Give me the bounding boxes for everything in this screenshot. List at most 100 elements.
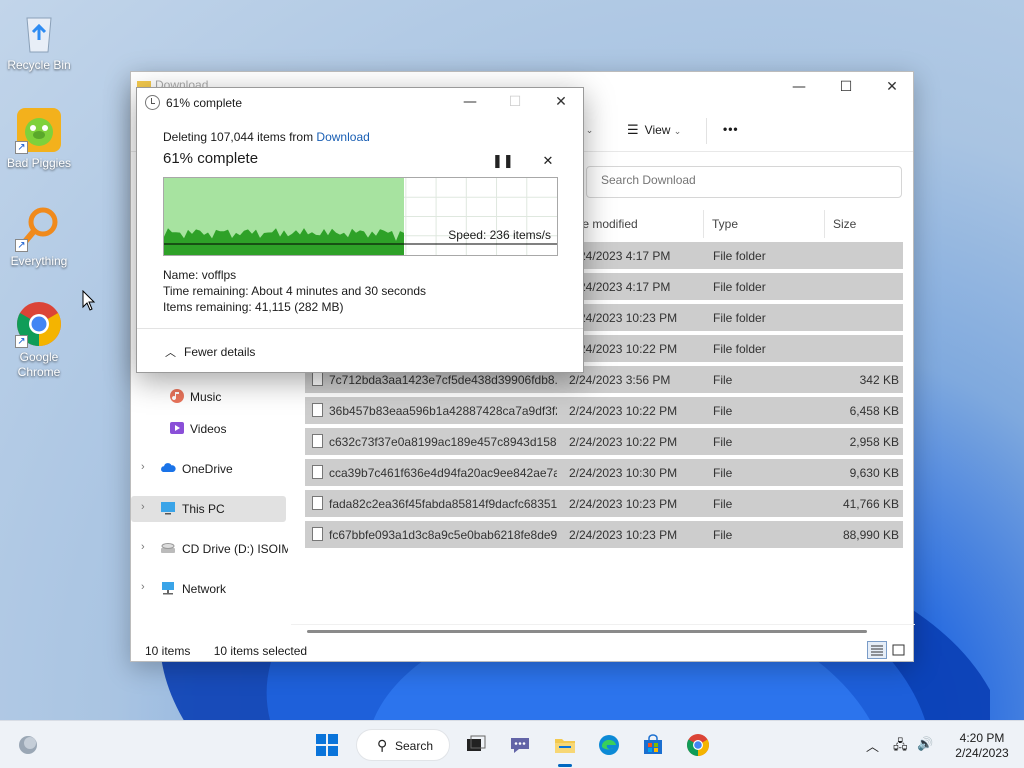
more-options-button[interactable]: ••• — [723, 122, 739, 136]
pane-divider — [291, 624, 915, 625]
desktop-icon-recycle-bin[interactable]: Recycle Bin — [2, 8, 76, 73]
row-size: 41,766 KB — [842, 497, 899, 511]
dialog-title: 61% complete — [166, 96, 243, 110]
column-header-type[interactable]: Type — [712, 217, 738, 231]
file-explorer-icon[interactable] — [553, 733, 577, 757]
system-clock[interactable]: 4:20 PM 2/24/2023 — [946, 731, 1018, 761]
row-name: 36b457b83eaa596b1a42887428ca7a9df3f2... — [329, 404, 557, 418]
edge-icon[interactable] — [597, 733, 621, 757]
taskbar-search[interactable]: ⚲ Search — [356, 729, 450, 761]
search-box[interactable] — [586, 166, 902, 198]
desktop-icon-label: Everything — [10, 254, 68, 268]
file-icon — [312, 496, 323, 510]
dialog-maximize-button: ☐ — [508, 94, 522, 110]
row-type: File — [713, 497, 733, 511]
row-date: 2/24/2023 10:30 PM — [569, 466, 678, 480]
cancel-operation-button[interactable]: ✕ — [538, 151, 558, 171]
nav-item-videos[interactable]: Videos — [131, 416, 291, 442]
task-view-icon[interactable] — [464, 733, 488, 757]
destination-link[interactable]: Download — [316, 130, 369, 144]
chrome-icon[interactable] — [686, 733, 710, 757]
chevron-down-icon: ⌄ — [673, 126, 682, 136]
view-button[interactable]: ☰ View ⌄ — [627, 122, 681, 138]
start-windows-icon[interactable] — [315, 733, 339, 757]
recycle-bin-icon — [15, 8, 63, 56]
close-button[interactable]: ✕ — [869, 72, 915, 102]
chevron-right-icon[interactable]: › — [141, 461, 145, 473]
computer-icon — [161, 502, 175, 515]
table-row[interactable]: fc67bbfe093a1d3c8a9c5e0bab6218fe8de9... … — [305, 521, 903, 548]
dialog-minimize-button[interactable]: — — [447, 88, 493, 116]
row-name: fada82c2ea36f45fabda85814f9dacfc68351... — [329, 497, 557, 511]
row-type: File — [713, 528, 733, 542]
row-date: 2/24/2023 10:23 PM — [569, 497, 678, 511]
file-icon — [312, 527, 323, 541]
column-header-date[interactable]: te modified — [579, 217, 638, 231]
volume-icon[interactable]: 🔊 — [917, 736, 933, 752]
network-status-icon[interactable]: 🖧 — [893, 736, 908, 758]
column-separator[interactable] — [703, 210, 704, 238]
widgets-weather-icon[interactable] — [16, 733, 40, 757]
row-size: 6,458 KB — [849, 404, 899, 418]
maximize-button[interactable]: ☐ — [823, 72, 869, 102]
row-size: 342 KB — [859, 373, 899, 387]
clock-date: 2/24/2023 — [955, 746, 1009, 760]
chevron-up-icon: ︿ — [165, 347, 176, 359]
desktop-icon-everything[interactable]: ↗ Everything — [2, 204, 76, 269]
videos-icon — [170, 422, 184, 434]
nav-item-network[interactable]: › Network — [131, 576, 291, 602]
microsoft-store-icon[interactable] — [641, 733, 665, 757]
chevron-right-icon[interactable]: › — [141, 541, 145, 553]
speed-graph — [164, 178, 557, 255]
table-row[interactable]: cca39b7c461f636e4d94fa20ac9ee842ae7a... … — [305, 459, 903, 486]
row-type: File folder — [713, 249, 766, 263]
everything-search-icon: ↗ — [15, 204, 63, 252]
shortcut-arrow-icon: ↗ — [15, 141, 28, 154]
nav-item-onedrive[interactable]: › OneDrive — [131, 456, 291, 482]
details-view-button[interactable] — [867, 641, 887, 659]
minimize-button[interactable]: — — [776, 72, 822, 102]
nav-item-music[interactable]: Music — [131, 384, 291, 410]
tiles-view-button[interactable] — [889, 641, 909, 659]
row-size: 2,958 KB — [849, 435, 899, 449]
row-type: File folder — [713, 280, 766, 294]
chevron-right-icon[interactable]: › — [141, 581, 145, 593]
pause-button[interactable]: ❚❚ — [492, 151, 514, 171]
row-type: File folder — [713, 342, 766, 356]
row-type: File folder — [713, 311, 766, 325]
file-icon — [312, 403, 323, 417]
horizontal-scrollbar[interactable] — [307, 630, 867, 633]
clock-time: 4:20 PM — [959, 731, 1005, 745]
desktop-icon-google-chrome[interactable]: ↗ Google Chrome — [2, 300, 76, 380]
chevron-right-icon[interactable]: › — [141, 501, 145, 513]
table-row[interactable]: c632c73f37e0a8199ac189e457c8943d158b... … — [305, 428, 903, 455]
column-header-size[interactable]: Size — [833, 217, 856, 231]
column-separator[interactable] — [824, 210, 825, 238]
tiles-view-icon — [892, 644, 905, 656]
row-date: 2/24/2023 3:56 PM — [569, 373, 671, 387]
row-name: c632c73f37e0a8199ac189e457c8943d158b... — [329, 435, 557, 449]
dialog-close-button[interactable]: ✕ — [538, 88, 584, 116]
row-date: 2/24/2023 10:22 PM — [569, 342, 678, 356]
file-icon — [312, 434, 323, 448]
operation-description: Deleting 107,044 items from Download — [163, 130, 370, 144]
pause-icon: ❚❚ — [492, 153, 514, 168]
desktop-icon-bad-piggies[interactable]: ↗ Bad Piggies — [2, 106, 76, 171]
desktop-icon-label: Bad Piggies — [6, 156, 72, 170]
table-row[interactable]: 36b457b83eaa596b1a42887428ca7a9df3f2... … — [305, 397, 903, 424]
fewer-details-button[interactable]: ︿ Fewer details — [165, 344, 255, 360]
table-row[interactable]: fada82c2ea36f45fabda85814f9dacfc68351...… — [305, 490, 903, 517]
teams-chat-icon[interactable] — [508, 733, 532, 757]
dialog-divider — [137, 328, 583, 329]
search-icon: ⚲ — [377, 737, 388, 753]
chevron-up-icon[interactable]: ︿ — [866, 736, 879, 755]
taskbar: ⚲ Search ︿ 🖧 🔊 4:20 PM 2/24/2023 — [0, 720, 1024, 768]
row-date: 2/24/2023 4:17 PM — [569, 280, 671, 294]
nav-item-this-pc[interactable]: › This PC — [131, 496, 286, 522]
row-date: 2/24/2023 4:17 PM — [569, 249, 671, 263]
search-input[interactable] — [601, 173, 881, 187]
shortcut-arrow-icon: ↗ — [15, 335, 28, 348]
status-bar: 10 items 10 items selected — [145, 644, 307, 658]
running-indicator — [558, 764, 572, 767]
nav-item-cd-drive[interactable]: › CD Drive (D:) ISOIM/ — [131, 536, 291, 562]
